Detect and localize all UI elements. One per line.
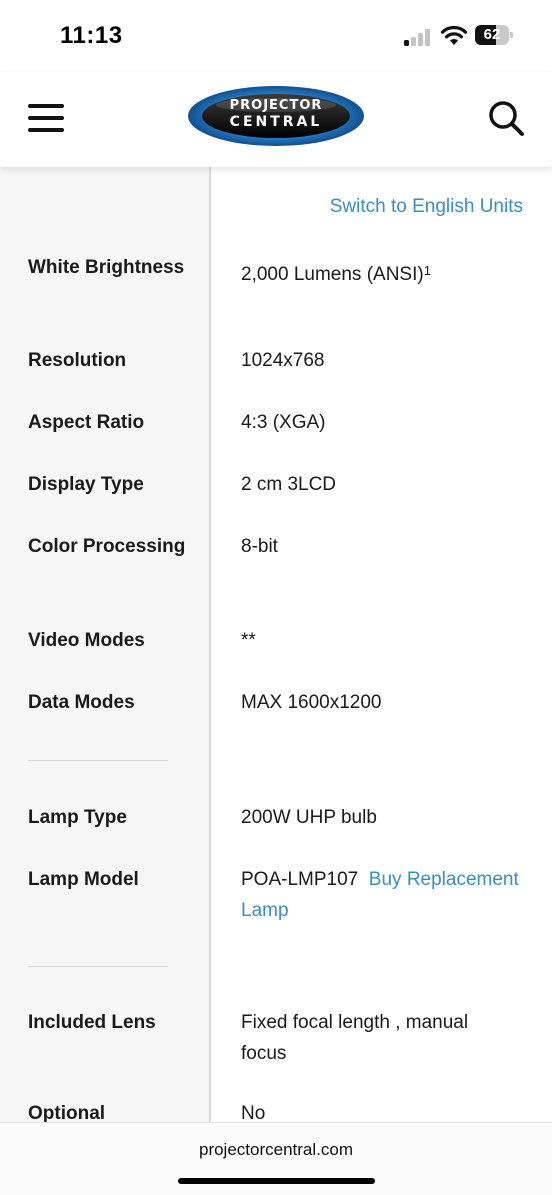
spec-value-optional: No — [241, 1103, 266, 1122]
wifi-icon — [440, 25, 468, 45]
home-indicator[interactable] — [178, 1178, 375, 1184]
search-icon[interactable] — [486, 98, 526, 138]
status-time: 11:13 — [60, 22, 123, 49]
projector-central-logo[interactable]: PROJECTOR CENTRAL — [186, 84, 366, 148]
spec-value-resolution: 1024x768 — [241, 350, 325, 371]
logo-text-projector: PROJECTOR — [229, 98, 323, 113]
spec-value-video-modes: ** — [241, 630, 256, 651]
spec-label-display-type: Display Type — [28, 474, 144, 495]
spec-label-resolution: Resolution — [28, 350, 127, 371]
spec-label-lamp-type: Lamp Type — [28, 807, 127, 828]
specs-section: Switch to English Units White Brightness… — [0, 167, 552, 1122]
url-text[interactable]: projectorcentral.com — [0, 1140, 552, 1160]
section-divider — [28, 966, 168, 967]
spec-label-white-brightness: White Brightness — [28, 257, 185, 278]
spec-label-aspect-ratio: Aspect Ratio — [28, 412, 145, 433]
spec-label-included-lens: Included Lens — [28, 1012, 156, 1033]
logo-text-central: CENTRAL — [229, 114, 323, 130]
spec-value-color-processing: 8-bit — [241, 536, 278, 557]
lamp-model-text: POA-LMP107 — [241, 869, 359, 890]
footnote-marker[interactable]: 1 — [424, 263, 431, 278]
browser-address-bar: projectorcentral.com — [0, 1122, 552, 1195]
spec-value-white-brightness: 2,000 Lumens (ANSI)1 — [241, 259, 531, 290]
spec-label-lamp-model: Lamp Model — [28, 869, 139, 890]
spec-label-optional: Optional — [28, 1103, 106, 1122]
cellular-signal-icon — [404, 28, 432, 46]
spec-value-lamp-model: POA-LMP107 Buy Replacement Lamp — [241, 864, 531, 926]
battery-level: 62 — [483, 26, 501, 43]
section-divider — [28, 760, 168, 761]
spec-value-display-type: 2 cm 3LCD — [241, 474, 337, 495]
spec-value-data-modes: MAX 1600x1200 — [241, 692, 382, 713]
spec-value-included-lens: Fixed focal length , manual focus — [241, 1012, 469, 1064]
spec-value-lamp-type: 200W UHP bulb — [241, 807, 377, 828]
hamburger-menu-icon[interactable] — [28, 104, 64, 132]
spec-label-data-modes: Data Modes — [28, 692, 135, 713]
spec-value-aspect-ratio: 4:3 (XGA) — [241, 412, 326, 433]
spec-label-video-modes: Video Modes — [28, 630, 145, 651]
brightness-value-text: 2,000 Lumens (ANSI) — [241, 264, 424, 285]
battery-icon: 62 — [475, 25, 513, 45]
site-header: PROJECTOR CENTRAL — [0, 72, 552, 167]
status-bar: 11:13 62 — [0, 0, 552, 72]
switch-units-link[interactable]: Switch to English Units — [330, 196, 523, 218]
spec-label-color-processing: Color Processing — [28, 536, 186, 557]
